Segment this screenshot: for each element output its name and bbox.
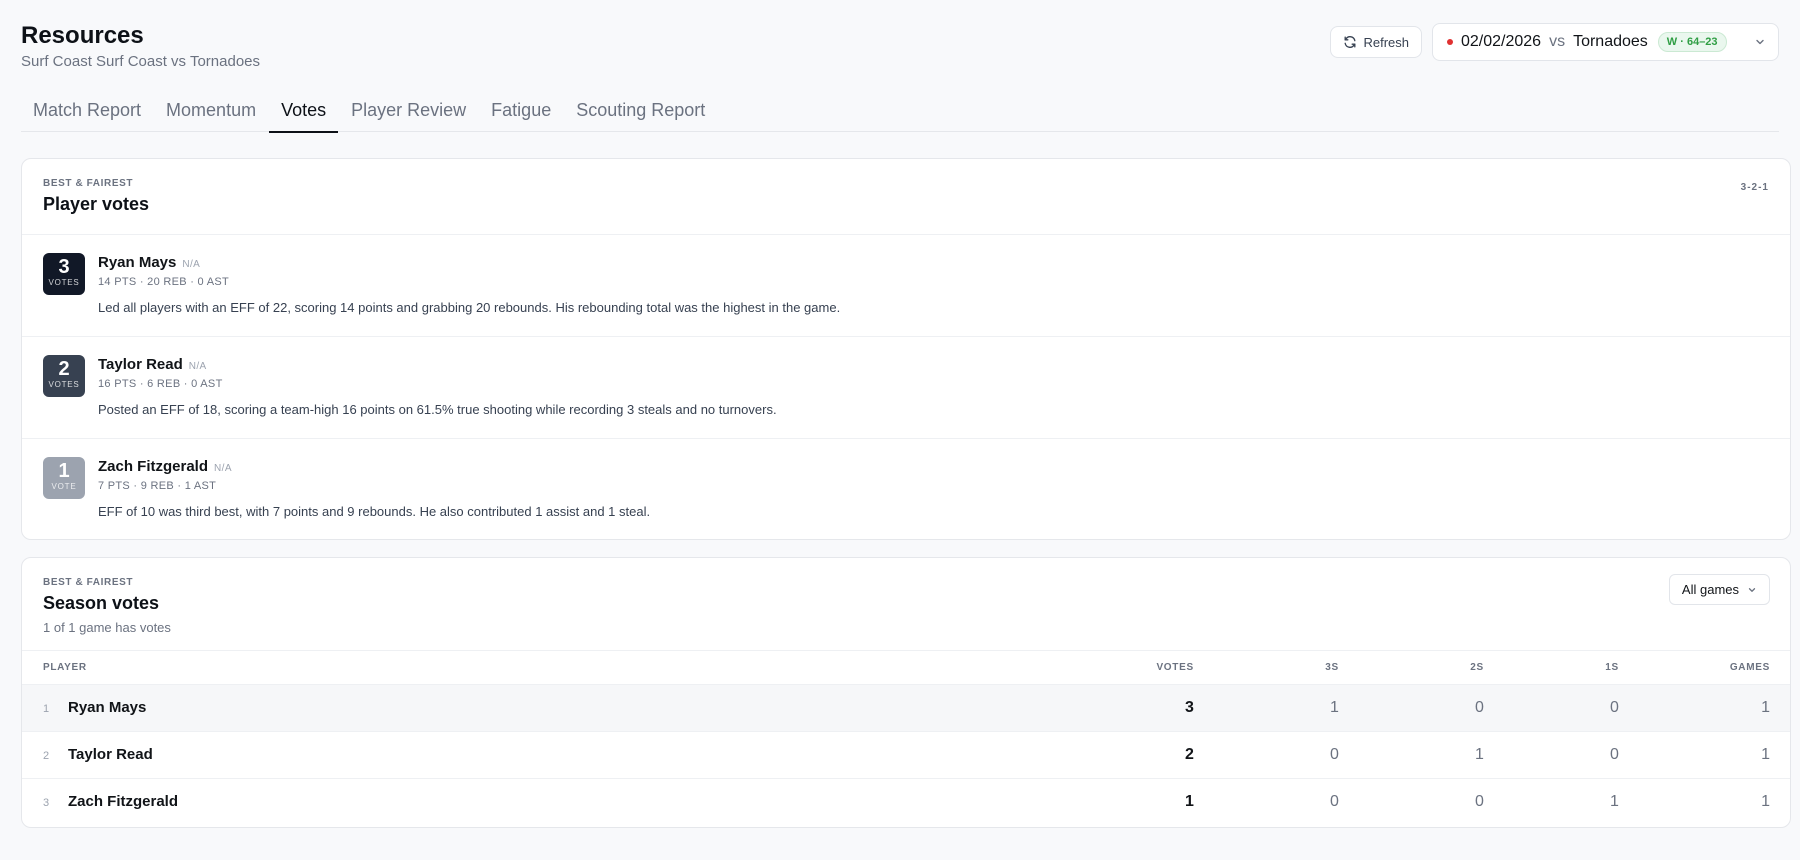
refresh-label: Refresh <box>1363 34 1409 50</box>
player-name-line: Taylor Read N/A <box>98 356 207 373</box>
section-title: Season votes <box>43 593 160 613</box>
table-row[interactable]: 1 Ryan Mays 3 1 0 0 1 <box>22 683 1790 731</box>
refresh-button[interactable]: Refresh <box>1330 26 1422 58</box>
header-actions: Refresh 02/02/2026 vs Tornadoes W · 64–2… <box>1330 23 1779 61</box>
threes-cell: 0 <box>1213 730 1359 778</box>
player-stats: 7 PTS · 9 REB · 1 AST <box>98 480 217 492</box>
game-opponent: Tornadoes <box>1573 33 1648 50</box>
player-name: Ryan Mays <box>98 254 177 271</box>
vote-scheme: 3-2-1 <box>1740 182 1769 193</box>
page-subtitle: Surf Coast Surf Coast vs Tornadoes <box>21 53 261 70</box>
player-name: Taylor Read <box>68 745 153 763</box>
votes-cell: 2 <box>353 730 1214 778</box>
twos-cell: 0 <box>1358 683 1504 731</box>
player-name-line: Zach Fitzgerald N/A <box>98 458 232 475</box>
game-vs: vs <box>1549 33 1566 50</box>
result-badge: W · 64–23 <box>1657 32 1727 52</box>
rank: 1 <box>43 702 50 715</box>
player-name: Zach Fitzgerald <box>98 458 209 475</box>
season-votes-subtitle: 1 of 1 game has votes <box>43 620 171 635</box>
votes-cell: 1 <box>353 777 1214 825</box>
player-description: Posted an EFF of 18, scoring a team-high… <box>98 402 777 417</box>
rank: 3 <box>43 796 50 809</box>
game-date: 02/02/2026 <box>1461 33 1542 50</box>
games-filter-select[interactable]: All games <box>1668 574 1770 605</box>
vote-count: 1 <box>58 460 70 482</box>
threes-cell: 0 <box>1213 777 1359 825</box>
vote-row: 1 VOTE Zach Fitzgerald N/A 7 PTS · 9 REB… <box>22 439 1790 539</box>
chevron-down-icon <box>1748 587 1756 592</box>
twos-cell: 1 <box>1358 730 1504 778</box>
tab-scouting-report[interactable]: Scouting Report <box>564 88 717 132</box>
column-header-votes[interactable]: VOTES <box>354 651 1214 684</box>
player-stats: 16 PTS · 6 REB · 0 AST <box>98 378 223 390</box>
games-cell: 1 <box>1638 777 1790 825</box>
vote-count-badge: 2 VOTES <box>43 355 85 397</box>
player-name: Zach Fitzgerald <box>68 792 179 810</box>
player-votes-header: BEST & FAIREST Player votes 3-2-1 <box>22 159 1790 235</box>
player-name: Ryan Mays <box>68 698 147 716</box>
player-cell: 2 Taylor Read <box>22 730 354 778</box>
season-votes-card: BEST & FAIREST Season votes 1 of 1 game … <box>21 557 1791 828</box>
section-eyebrow: BEST & FAIREST <box>43 178 134 189</box>
vote-unit: VOTES <box>48 278 80 287</box>
player-cell: 3 Zach Fitzgerald <box>22 777 354 825</box>
table-row[interactable]: 3 Zach Fitzgerald 1 0 0 1 1 <box>22 777 1790 825</box>
game-select[interactable]: 02/02/2026 vs Tornadoes W · 64–23 <box>1432 23 1779 61</box>
tab-bar: Match Report Momentum Votes Player Revie… <box>21 88 1779 133</box>
season-votes-header: BEST & FAIREST Season votes 1 of 1 game … <box>22 558 1790 651</box>
column-header-3s[interactable]: 3S <box>1214 651 1359 684</box>
votes-cell: 3 <box>353 683 1214 731</box>
tab-match-report[interactable]: Match Report <box>21 88 153 132</box>
chevron-down-icon <box>1756 39 1764 45</box>
vote-row: 2 VOTES Taylor Read N/A 16 PTS · 6 REB ·… <box>22 337 1790 439</box>
rank: 2 <box>43 749 50 762</box>
ones-cell: 0 <box>1503 683 1639 731</box>
twos-cell: 0 <box>1358 777 1504 825</box>
vote-count: 3 <box>58 256 70 278</box>
player-description: Led all players with an EFF of 22, scori… <box>98 300 841 315</box>
player-votes-card: BEST & FAIREST Player votes 3-2-1 3 VOTE… <box>21 158 1791 540</box>
table-row[interactable]: 2 Taylor Read 2 0 1 0 1 <box>22 730 1790 778</box>
column-header-1s[interactable]: 1S <box>1504 651 1639 684</box>
player-position: N/A <box>188 361 207 372</box>
vote-unit: VOTES <box>48 380 80 389</box>
page-header: Resources Surf Coast Surf Coast vs Torna… <box>21 0 1779 88</box>
games-cell: 1 <box>1638 730 1790 778</box>
tab-votes[interactable]: Votes <box>269 88 339 133</box>
games-filter-label: All games <box>1681 582 1739 597</box>
table-header-row: PLAYER VOTES 3S 2S 1S GAMES <box>22 651 1790 684</box>
player-position: N/A <box>182 259 201 270</box>
threes-cell: 1 <box>1213 683 1359 731</box>
column-header-2s[interactable]: 2S <box>1359 651 1504 684</box>
section-eyebrow: BEST & FAIREST <box>43 577 134 588</box>
tab-momentum[interactable]: Momentum <box>154 88 268 132</box>
player-position: N/A <box>214 463 232 474</box>
tab-player-review[interactable]: Player Review <box>339 88 478 132</box>
vote-unit: VOTE <box>51 482 77 491</box>
player-stats: 14 PTS · 20 REB · 0 AST <box>98 276 230 288</box>
player-name-line: Ryan Mays N/A <box>98 254 200 271</box>
column-header-player[interactable]: PLAYER <box>22 651 354 684</box>
tab-fatigue[interactable]: Fatigue <box>479 88 563 132</box>
section-title: Player votes <box>43 194 150 214</box>
season-votes-table: PLAYER VOTES 3S 2S 1S GAMES 1 Ryan Mays 3… <box>22 651 1790 825</box>
vote-count-badge: 1 VOTE <box>43 457 85 499</box>
player-cell: 1 Ryan Mays <box>22 683 354 731</box>
player-name: Taylor Read <box>98 356 183 373</box>
live-dot-icon <box>1447 39 1453 45</box>
refresh-icon <box>1345 36 1356 48</box>
vote-count-badge: 3 VOTES <box>43 253 85 295</box>
ones-cell: 0 <box>1503 730 1639 778</box>
ones-cell: 1 <box>1503 777 1639 825</box>
games-cell: 1 <box>1638 683 1790 731</box>
player-description: EFF of 10 was third best, with 7 points … <box>98 504 651 519</box>
page: Resources Surf Coast Surf Coast vs Torna… <box>0 0 1800 860</box>
vote-row: 3 VOTES Ryan Mays N/A 14 PTS · 20 REB · … <box>22 235 1790 337</box>
vote-count: 2 <box>58 358 70 380</box>
page-title: Resources <box>21 22 144 49</box>
column-header-games[interactable]: GAMES <box>1639 651 1790 684</box>
